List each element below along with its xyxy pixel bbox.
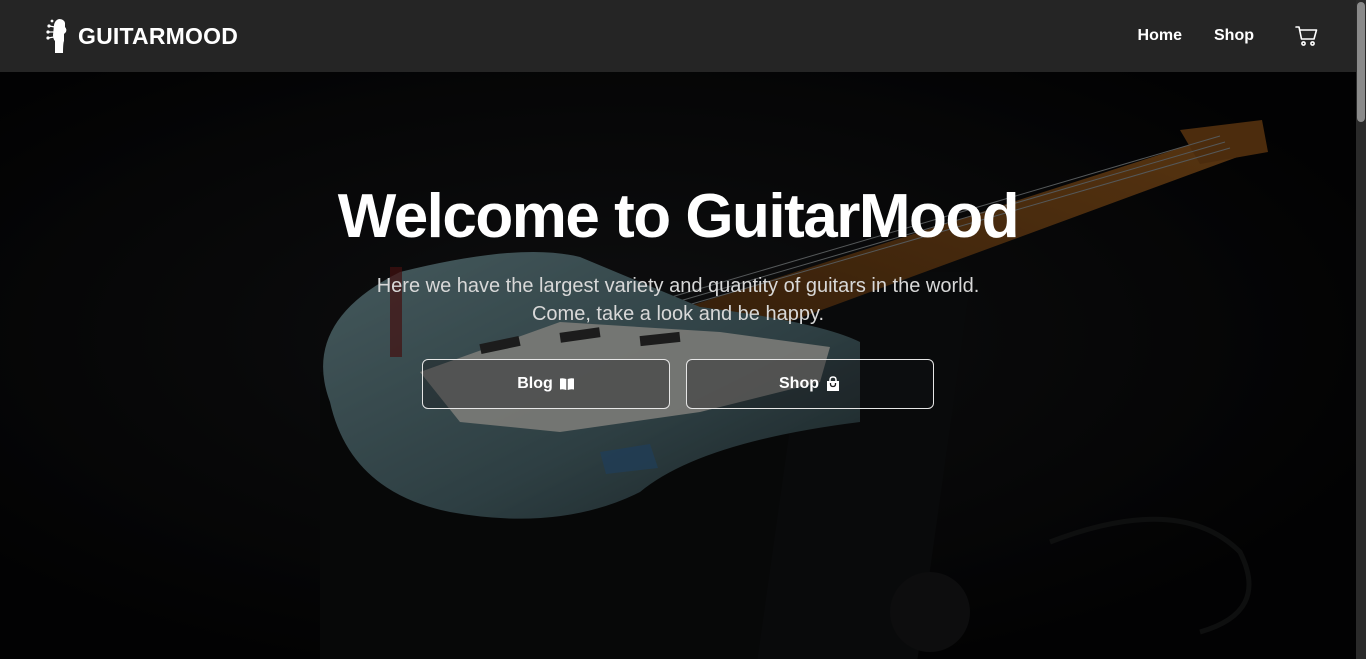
cart-icon <box>1295 26 1318 46</box>
shop-button-label: Shop <box>779 375 819 392</box>
shopping-bag-icon <box>827 376 839 391</box>
blog-button-label: Blog <box>517 375 553 392</box>
nav-link-home[interactable]: Home <box>1138 27 1182 45</box>
hero-section: Welcome to GuitarMood Here we have the l… <box>0 72 1366 659</box>
hero-title: Welcome to GuitarMood <box>337 182 1020 251</box>
cart-button[interactable] <box>1294 23 1320 49</box>
main-nav: Home Shop <box>1138 23 1320 49</box>
scrollbar-thumb[interactable] <box>1357 2 1365 122</box>
hero-subtitle-line: Come, take a look and be happy. <box>531 303 825 325</box>
book-open-icon <box>559 378 574 390</box>
hero-subtitle-line: Here we have the largest variety and qua… <box>376 275 980 297</box>
guitar-headstock-icon <box>46 19 67 53</box>
nav-link-shop[interactable]: Shop <box>1214 27 1254 45</box>
hero-subtitle: Here we have the largest variety and qua… <box>0 272 1356 328</box>
shop-button[interactable]: Shop <box>686 359 934 409</box>
blog-button[interactable]: Blog <box>422 359 670 409</box>
navbar: GUITARMOOD Home Shop <box>0 0 1366 72</box>
brand-name: GUITARMOOD <box>78 22 239 49</box>
brand-link[interactable]: GUITARMOOD <box>44 17 238 55</box>
page-scrollbar[interactable] <box>1356 0 1366 659</box>
hero-background-image <box>0 72 1366 659</box>
